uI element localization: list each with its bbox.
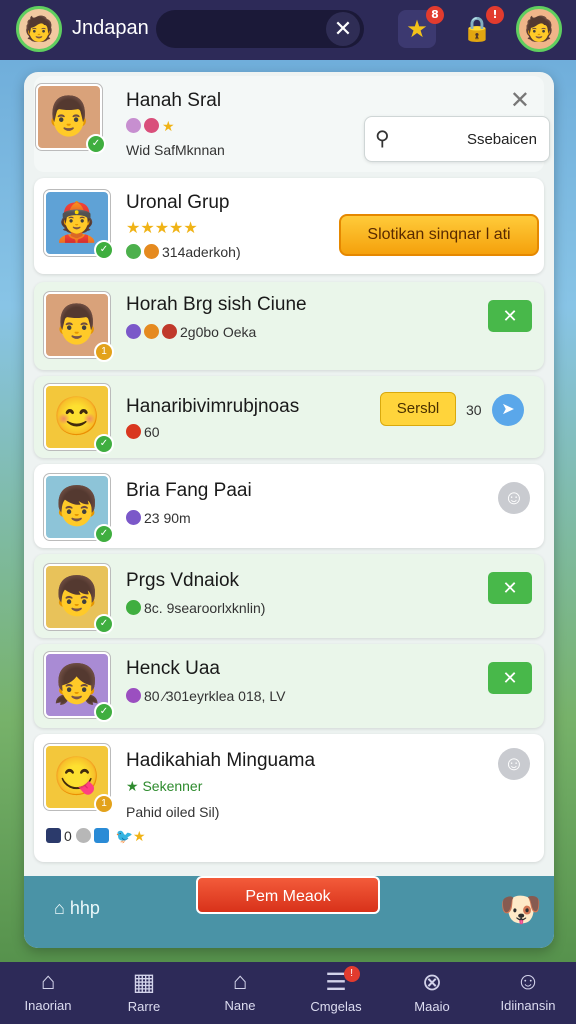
- cta-button[interactable]: Pem Meaok: [196, 876, 380, 914]
- list-item[interactable]: 👨 1 Horah Brg sish Ciune 2g0bo Oeka ✕: [34, 282, 544, 370]
- search-label: Ssebaicen: [466, 131, 537, 148]
- profile-header: 👨 ✓ Hanah Sral ★ Wid SafMknnan ✕ ⚲ Ssebai…: [34, 76, 550, 172]
- list-item[interactable]: 😋 1 Hadikahiah Minguama ★ Sekenner Pahid …: [34, 734, 544, 862]
- home-label: hhp: [69, 898, 100, 918]
- item-footer-icons: 0 🐦★: [46, 828, 146, 845]
- send-icon[interactable]: ➤: [492, 394, 524, 426]
- item-meta-text: 314aderkoh): [162, 244, 241, 260]
- top-bar: 🧑 Jndapan ✕ ★ 8 🔒 ! 🧑: [0, 0, 576, 60]
- item-meta-text: 80 ⁄301eyrklea 018, LV: [144, 688, 286, 704]
- item-name: Hanaribivimrubjnoas: [126, 396, 300, 417]
- smiley-icon[interactable]: ☺: [498, 748, 530, 780]
- pet-mascot-icon[interactable]: 🐶: [500, 890, 542, 930]
- avatar: 👦 ✓: [44, 564, 114, 634]
- nav-item-profile[interactable]: ☺ Idiinansin: [480, 962, 576, 1024]
- item-meta: 80 ⁄301eyrklea 018, LV: [126, 688, 285, 704]
- item-meta: 314aderkoh): [126, 244, 241, 260]
- top-search-pill[interactable]: ✕: [156, 10, 364, 48]
- item-status: ★ Sekenner: [126, 778, 203, 794]
- list-item[interactable]: 👦 ✓ Prgs Vdnaiok 8c. 9searoorlxknlin) ✕: [34, 554, 544, 638]
- close-icon[interactable]: ✕: [510, 86, 530, 115]
- item-name: Prgs Vdnaiok: [126, 570, 240, 591]
- profile-meta: Wid SafMknnan: [126, 142, 225, 158]
- friend-avatar[interactable]: 🧑: [516, 6, 562, 52]
- item-meta-text: 60: [144, 424, 160, 440]
- list-item[interactable]: 👲 ✓ Uronal Grup ★★★★★ 314aderkoh) Slotika…: [34, 178, 544, 274]
- rewards-icon[interactable]: ★ 8: [398, 6, 444, 48]
- nav-label: Cmgelas: [310, 999, 362, 1014]
- list-item[interactable]: 👧 ✓ Henck Uaa 80 ⁄301eyrklea 018, LV ✕: [34, 644, 544, 728]
- add-friend-button[interactable]: ✕: [488, 572, 532, 604]
- item-name: Uronal Grup: [126, 192, 230, 213]
- lock-icon[interactable]: 🔒 !: [458, 6, 504, 48]
- nav-label: Maaio: [414, 999, 450, 1014]
- profile-name: Hanah Sral: [126, 90, 222, 111]
- home-link[interactable]: ⌂ hhp: [54, 898, 100, 919]
- bottom-nav: ⌂ Inaorian ▦ Rarre ⌂ Nane ☰ ! Cmgelas ⊗ …: [0, 962, 576, 1024]
- list-icon: ☰: [325, 969, 347, 996]
- profile-badges: ★: [126, 118, 175, 135]
- item-meta-text: 2⁠3 90m: [144, 510, 191, 526]
- item-name: Hadikahiah Minguama: [126, 750, 316, 771]
- item-name: Horah Brg sish Ciune: [126, 294, 307, 315]
- nav-item-calendar[interactable]: ▦ Rarre: [96, 962, 192, 1024]
- item-name: Bria Fang Paai: [126, 480, 252, 501]
- avatar: 😋 1: [44, 744, 114, 814]
- avatar: 👨 ✓: [36, 84, 106, 154]
- list-item[interactable]: 😊 ✓ Hanaribivimrubjnoas 60 Sersbl 30 ➤: [34, 376, 544, 458]
- smiley-icon[interactable]: ☺: [498, 482, 530, 514]
- item-name: Henck Uaa: [126, 658, 220, 679]
- item-footer-count: 0: [64, 828, 72, 844]
- nav-item-house[interactable]: ⌂ Nane: [192, 962, 288, 1024]
- globe-icon: ⊗: [421, 969, 443, 996]
- close-icon[interactable]: ✕: [326, 12, 360, 46]
- item-meta: 8c. 9searoorlxknlin): [126, 600, 265, 616]
- nav-item-home[interactable]: ⌂ Inaorian: [0, 962, 96, 1024]
- action-button[interactable]: Slotikan sinqnar l ati: [339, 214, 539, 256]
- item-meta: 60: [126, 424, 160, 440]
- item-meta: 2g0bo Oeka: [126, 324, 256, 340]
- item-count: 30: [466, 402, 482, 418]
- item-meta: Pahid oiled Sil): [126, 804, 220, 820]
- home-icon: ⌂: [40, 968, 56, 995]
- add-friend-button[interactable]: ✕: [488, 662, 532, 694]
- app-title: Jndapan: [72, 17, 149, 39]
- calendar-icon: ▦: [132, 969, 156, 996]
- nav-label: Rarre: [127, 999, 161, 1014]
- avatar: 👦 ✓: [44, 474, 114, 544]
- search-input[interactable]: ⚲ Ssebaicen: [364, 116, 550, 162]
- nav-label: Nane: [224, 998, 256, 1013]
- nav-label: Inaorian: [24, 998, 72, 1013]
- action-button[interactable]: Sersbl: [380, 392, 456, 426]
- item-meta-text: 8c. 9searoorlxknlin): [144, 600, 266, 616]
- notification-badge: !: [343, 966, 360, 982]
- list-item[interactable]: 👦 ✓ Bria Fang Paai 2⁠3 90m ☺: [34, 464, 544, 548]
- notification-badge: !: [486, 6, 504, 24]
- avatar: 👲 ✓: [44, 190, 114, 260]
- rating-stars: ★★★★★: [126, 220, 198, 237]
- panel-footer: ⌂ hhp Pem Meaok 🐶: [24, 876, 554, 948]
- avatar: 👨 1: [44, 292, 114, 362]
- item-meta: 2⁠3 90m: [126, 510, 191, 526]
- nav-item-list[interactable]: ☰ ! Cmgelas: [288, 962, 384, 1024]
- notification-badge: 8: [426, 6, 444, 24]
- search-icon: ⚲: [375, 128, 390, 150]
- profile-icon: ☺: [515, 968, 541, 995]
- item-status-text: Sekenner: [142, 778, 203, 794]
- my-avatar[interactable]: 🧑: [16, 6, 62, 52]
- nav-label: Idiinansin: [500, 998, 556, 1013]
- friends-panel: 👨 ✓ Hanah Sral ★ Wid SafMknnan ✕ ⚲ Ssebai…: [24, 72, 554, 948]
- item-meta-text: 2g0bo Oeka: [180, 324, 257, 340]
- add-friend-button[interactable]: ✕: [488, 300, 532, 332]
- avatar: 😊 ✓: [44, 384, 114, 454]
- house-icon: ⌂: [232, 968, 248, 995]
- avatar: 👧 ✓: [44, 652, 114, 722]
- nav-item-globe[interactable]: ⊗ Maaio: [384, 962, 480, 1024]
